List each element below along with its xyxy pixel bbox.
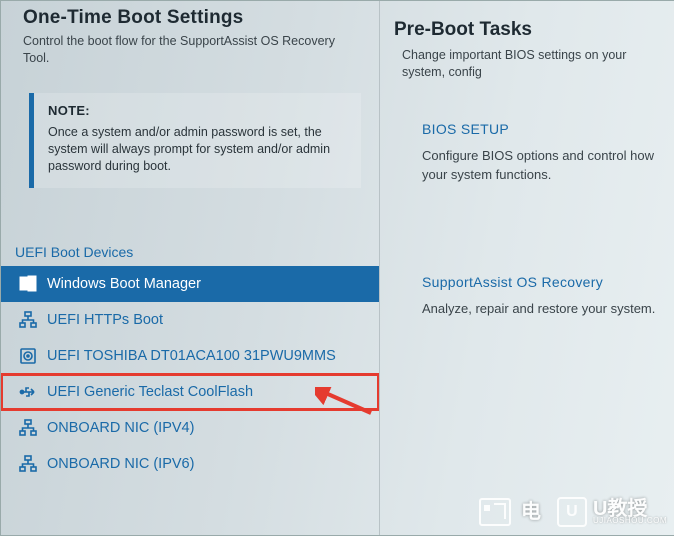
network-icon bbox=[19, 455, 37, 473]
network-icon bbox=[19, 419, 37, 437]
boot-device-label: ONBOARD NIC (IPV4) bbox=[47, 420, 194, 436]
one-time-boot-panel: One-Time Boot Settings Control the boot … bbox=[1, 1, 379, 535]
boot-device-label: ONBOARD NIC (IPV6) bbox=[47, 456, 194, 472]
task-header-0[interactable]: BIOS SETUP bbox=[380, 81, 674, 143]
disk-icon bbox=[19, 347, 37, 365]
boot-device-label: UEFI Generic Teclast CoolFlash bbox=[47, 384, 253, 400]
watermark: 电 U U教授 UJIAOSHOU.COM bbox=[479, 497, 667, 527]
boot-device-usb-3[interactable]: UEFI Generic Teclast CoolFlash bbox=[1, 374, 379, 410]
note-text: Once a system and/or admin password is s… bbox=[48, 124, 349, 175]
boot-device-network-4[interactable]: ONBOARD NIC (IPV4) bbox=[1, 410, 379, 446]
task-header-1[interactable]: SupportAssist OS Recovery bbox=[380, 184, 674, 296]
boot-device-label: Windows Boot Manager bbox=[47, 276, 201, 292]
page-title-left: One-Time Boot Settings bbox=[1, 1, 379, 33]
boot-device-label: UEFI HTTPs Boot bbox=[47, 312, 163, 328]
watermark-logo-2-icon: U bbox=[557, 497, 587, 527]
page-title-right: Pre-Boot Tasks bbox=[380, 1, 674, 47]
task-desc-0: Configure BIOS options and control how y… bbox=[380, 143, 674, 185]
page-subtitle-right: Change important BIOS settings on your s… bbox=[380, 47, 674, 81]
boot-device-network-5[interactable]: ONBOARD NIC (IPV6) bbox=[1, 446, 379, 482]
boot-device-network-1[interactable]: UEFI HTTPs Boot bbox=[1, 302, 379, 338]
boot-device-label: UEFI TOSHIBA DT01ACA100 31PWU9MMS bbox=[47, 348, 336, 364]
watermark-brand-2-sub: UJIAOSHOU.COM bbox=[593, 517, 667, 525]
boot-device-windows-0[interactable]: Windows Boot Manager bbox=[1, 266, 379, 302]
network-icon bbox=[19, 311, 37, 329]
boot-device-disk-2[interactable]: UEFI TOSHIBA DT01ACA100 31PWU9MMS bbox=[1, 338, 379, 374]
note-label: NOTE: bbox=[48, 103, 349, 118]
windows-icon bbox=[19, 275, 37, 293]
boot-device-list: Windows Boot Manager UEFI HTTPs Boot UEFI … bbox=[1, 266, 379, 482]
uefi-boot-devices-header: UEFI Boot Devices bbox=[1, 188, 379, 266]
page-subtitle-left: Control the boot flow for the SupportAss… bbox=[1, 33, 379, 67]
note-box: NOTE: Once a system and/or admin passwor… bbox=[29, 93, 361, 189]
pre-boot-tasks-panel: Pre-Boot Tasks Change important BIOS set… bbox=[379, 1, 674, 535]
task-desc-1: Analyze, repair and restore your system. bbox=[380, 296, 674, 319]
watermark-brand-1: 电 bbox=[521, 502, 541, 522]
usb-icon bbox=[19, 383, 37, 401]
watermark-logo-1-icon bbox=[479, 498, 511, 526]
